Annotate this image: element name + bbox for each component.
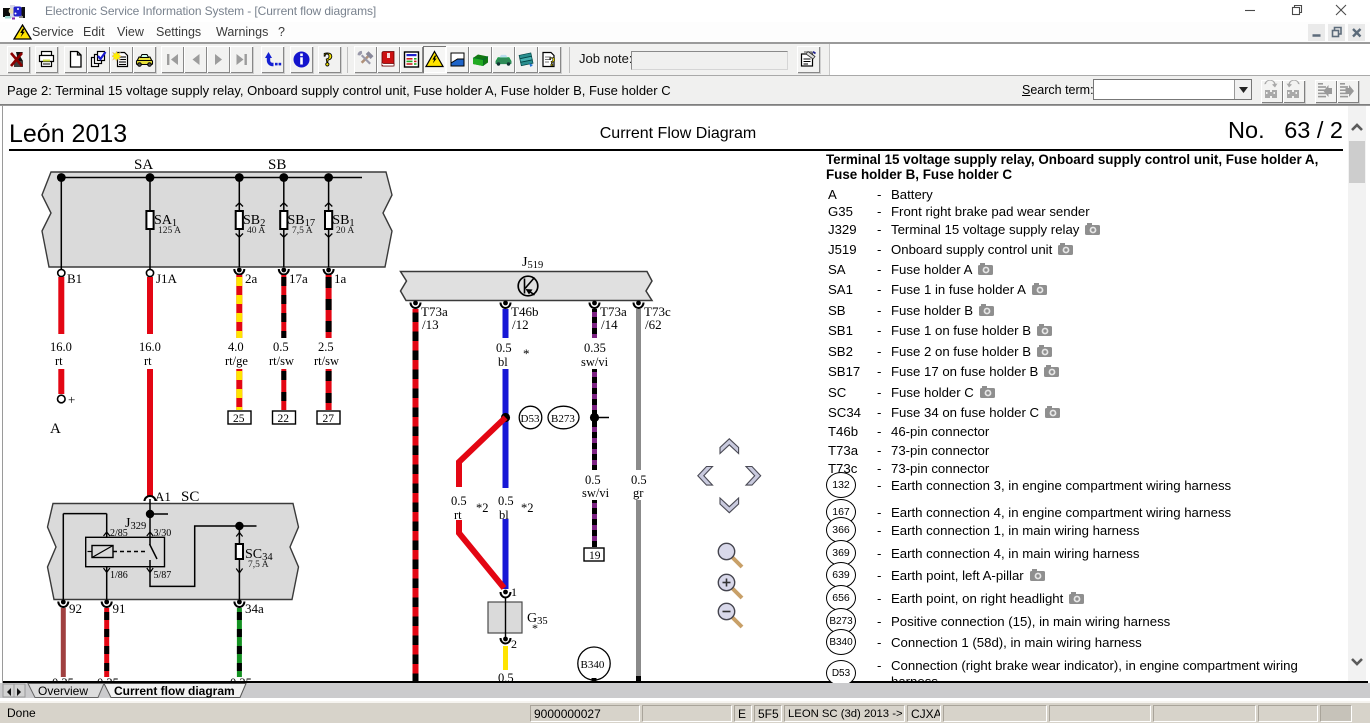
svg-text:22: 22 — [278, 413, 290, 425]
svg-text:SB: SB — [268, 157, 286, 173]
svg-text:27: 27 — [323, 413, 335, 425]
svg-text:0.35: 0.35 — [52, 676, 74, 683]
svg-text:2a: 2a — [245, 271, 258, 286]
svg-text:SC: SC — [181, 489, 199, 505]
svg-text:25: 25 — [233, 413, 245, 425]
svg-text:1a: 1a — [334, 271, 347, 286]
svg-text:1/86: 1/86 — [110, 570, 128, 581]
svg-text:2.5: 2.5 — [318, 340, 334, 354]
svg-text:16.0: 16.0 — [139, 340, 161, 354]
svg-text:rt: rt — [454, 508, 462, 522]
svg-text:7,5 A: 7,5 A — [292, 226, 313, 236]
svg-text:?: ? — [323, 50, 333, 69]
svg-text:J1A: J1A — [156, 271, 178, 286]
svg-text:D53: D53 — [521, 413, 540, 425]
svg-text:34a: 34a — [245, 601, 264, 616]
svg-text:SA: SA — [134, 157, 153, 173]
svg-text:17a: 17a — [289, 271, 308, 286]
svg-text:20 A: 20 A — [336, 226, 354, 236]
svg-text:0.5: 0.5 — [498, 671, 514, 683]
svg-text:B1: B1 — [67, 271, 82, 286]
svg-text:sw/vi: sw/vi — [582, 486, 610, 500]
svg-text:/12: /12 — [512, 317, 529, 332]
svg-text:/62: /62 — [645, 317, 662, 332]
svg-text:gr: gr — [633, 486, 644, 500]
svg-text:bl: bl — [498, 355, 508, 369]
svg-text:rt: rt — [144, 354, 152, 368]
svg-text:5/87: 5/87 — [154, 570, 172, 581]
svg-text:Overview: Overview — [38, 684, 88, 698]
svg-text:0.5: 0.5 — [631, 473, 647, 487]
svg-text:/14: /14 — [601, 317, 618, 332]
svg-text:B273: B273 — [551, 413, 575, 425]
svg-text:0.35: 0.35 — [97, 676, 119, 683]
svg-text:7,5 A: 7,5 A — [248, 560, 269, 570]
svg-text:?: ? — [549, 54, 556, 69]
svg-text:rt: rt — [55, 354, 63, 368]
svg-text:4.0: 4.0 — [228, 340, 244, 354]
svg-text:0.5: 0.5 — [273, 340, 289, 354]
svg-text:rt/sw: rt/sw — [269, 354, 294, 368]
svg-text:+: + — [68, 392, 75, 407]
svg-text:125 A: 125 A — [158, 226, 181, 236]
svg-text:bl: bl — [499, 508, 509, 522]
svg-text:Current flow diagram: Current flow diagram — [114, 684, 235, 698]
svg-text:*2: *2 — [476, 501, 489, 515]
svg-text:16.0: 16.0 — [50, 340, 72, 354]
svg-text:0.35: 0.35 — [584, 341, 606, 355]
svg-text:rt/ge: rt/ge — [225, 354, 248, 368]
svg-text:B340: B340 — [581, 659, 605, 671]
svg-text:1: 1 — [511, 585, 517, 599]
svg-text:2: 2 — [511, 637, 517, 651]
svg-text:rt/sw: rt/sw — [314, 354, 339, 368]
svg-text:J519: J519 — [522, 255, 543, 271]
svg-text:/13: /13 — [422, 317, 439, 332]
svg-text:92: 92 — [69, 601, 82, 616]
svg-text:*: * — [532, 621, 538, 635]
svg-text:0.5: 0.5 — [496, 341, 512, 355]
svg-text:0.5: 0.5 — [451, 494, 467, 508]
svg-text:91: 91 — [113, 601, 126, 616]
svg-text:*2: *2 — [521, 501, 534, 515]
svg-text:40 A: 40 A — [247, 226, 265, 236]
svg-text:0.5: 0.5 — [585, 473, 601, 487]
svg-text:19: 19 — [589, 550, 601, 562]
svg-text:A1: A1 — [155, 489, 171, 504]
svg-text:A: A — [50, 421, 61, 437]
svg-text:0.35: 0.35 — [230, 676, 252, 683]
svg-text:sw/vi: sw/vi — [581, 355, 609, 369]
svg-text:0.5: 0.5 — [498, 494, 514, 508]
svg-text:*: * — [523, 346, 530, 361]
